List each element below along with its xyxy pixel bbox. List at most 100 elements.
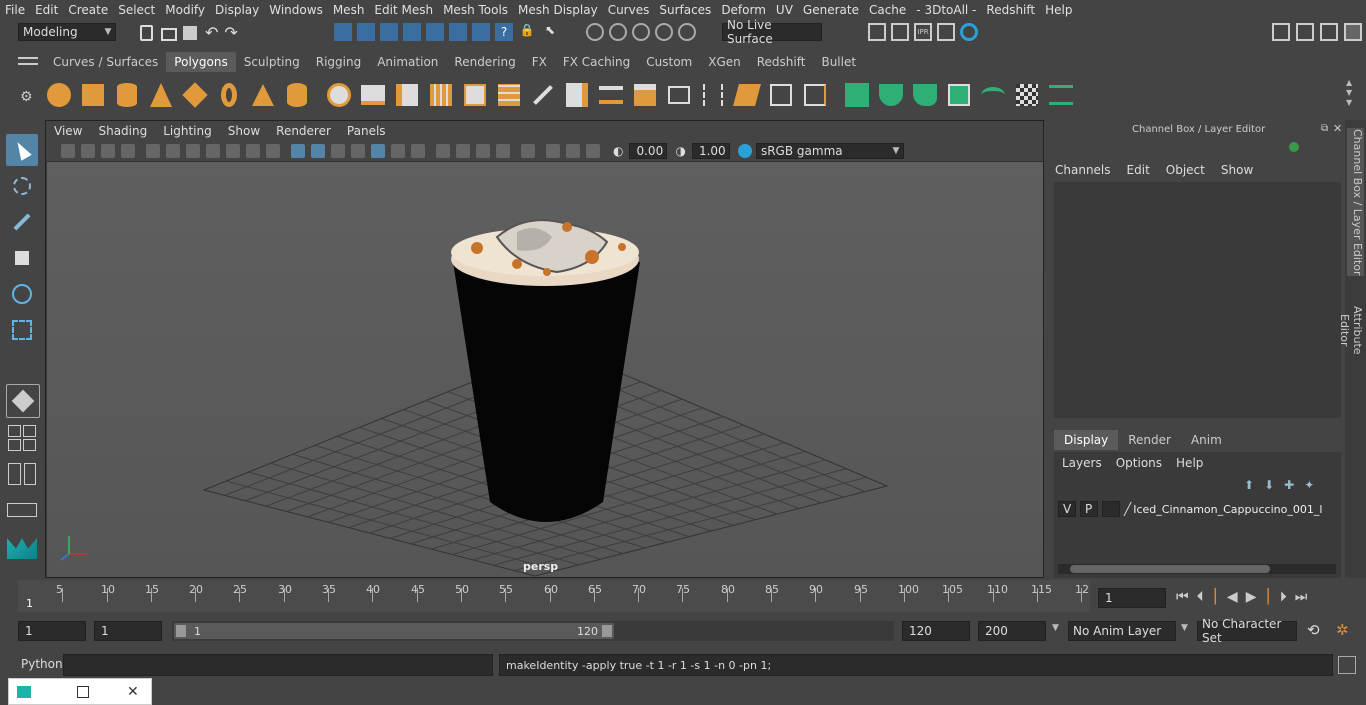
current-frame-field[interactable]: 1	[1098, 588, 1166, 608]
cup-object[interactable]	[451, 219, 640, 522]
attribute-editor-side-tab[interactable]: Attribute Editor	[1338, 288, 1364, 372]
help-icon[interactable]: ?	[495, 23, 513, 41]
playback-end-field[interactable]: 120	[902, 621, 970, 641]
char-set-chevron-icon[interactable]: ▼	[1181, 623, 1188, 633]
menu-redshift[interactable]: Redshift	[981, 3, 1040, 17]
channel-box-status-icon[interactable]	[1289, 142, 1299, 152]
cylindrical-uv-icon[interactable]	[877, 81, 905, 109]
insert-edge-loop-icon[interactable]	[665, 81, 693, 109]
use-all-lights-icon[interactable]	[391, 144, 405, 158]
shelf-scroll-arrows[interactable]: ▲ ▼ ▼	[1346, 78, 1352, 108]
menu-create[interactable]: Create	[63, 3, 113, 17]
layer-color-icon[interactable]: ╱	[1124, 502, 1131, 516]
uv-toolkit-icon[interactable]	[1047, 81, 1075, 109]
isolate-select-icon[interactable]	[521, 144, 535, 158]
new-scene-icon[interactable]	[140, 24, 153, 41]
offset-edge-loop-icon[interactable]	[699, 81, 727, 109]
lock-icon[interactable]: 🔒	[518, 23, 536, 41]
menu-help[interactable]: Help	[1040, 3, 1077, 17]
move-layer-down-icon[interactable]: ⬇	[1264, 478, 1274, 492]
shelf-tab-rendering[interactable]: Rendering	[446, 52, 523, 72]
magnet-surface-icon[interactable]	[655, 23, 673, 41]
snap-view-icon[interactable]	[472, 23, 490, 41]
float-panel-icon[interactable]: ⧉	[1321, 123, 1328, 134]
screen-space-ao-icon[interactable]	[436, 144, 450, 158]
channelbox-menu-edit[interactable]: Edit	[1127, 163, 1150, 177]
shelf-tab-curves-surfaces[interactable]: Curves / Surfaces	[45, 52, 166, 72]
layer-visibility-toggle[interactable]: V	[1058, 501, 1076, 517]
range-start-handle[interactable]	[176, 625, 186, 637]
shelf-tab-sculpting[interactable]: Sculpting	[236, 52, 308, 72]
snap-point-icon[interactable]	[449, 23, 467, 41]
layout-outliner-icon[interactable]	[6, 494, 38, 526]
shadows-icon[interactable]	[411, 144, 425, 158]
shelf-tab-animation[interactable]: Animation	[369, 52, 446, 72]
shelf-tab-fx-caching[interactable]: FX Caching	[555, 52, 638, 72]
open-scene-icon[interactable]	[161, 27, 177, 41]
target-weld-icon[interactable]	[767, 81, 795, 109]
go-to-end-icon[interactable]: ⏭	[1295, 589, 1308, 605]
scene-canvas[interactable]	[47, 162, 1043, 577]
undo-icon[interactable]: ↶	[205, 23, 218, 42]
rotate-tool-icon[interactable]	[6, 278, 38, 310]
shelf-tab-bullet[interactable]: Bullet	[813, 52, 864, 72]
tool-settings-icon[interactable]	[1320, 23, 1338, 41]
select-hierarchy-icon[interactable]	[334, 23, 352, 41]
menu-modify[interactable]: Modify	[160, 3, 210, 17]
select-object-icon[interactable]	[357, 23, 375, 41]
menu-cache[interactable]: Cache	[864, 3, 911, 17]
paint-select-tool-icon[interactable]	[6, 206, 38, 238]
motion-blur-icon[interactable]	[456, 144, 470, 158]
safe-title-icon[interactable]	[266, 144, 280, 158]
append-polygon-icon[interactable]	[733, 81, 761, 109]
resolution-gate-icon[interactable]	[186, 144, 200, 158]
step-back-icon[interactable]: ⏴	[1197, 589, 1204, 605]
snap-curve-icon[interactable]	[426, 23, 444, 41]
camera-select-icon[interactable]	[61, 144, 75, 158]
auto-key-icon[interactable]: ⟲	[1307, 621, 1320, 639]
image-plane-icon[interactable]	[121, 144, 135, 158]
layer-tab-render[interactable]: Render	[1118, 430, 1181, 450]
scale-tool-icon[interactable]	[6, 314, 38, 346]
time-ruler[interactable]: 1 5 10 15 20 25 30 35 40 45 50 55 60 65 70 75 80 85 90 95 1…	[18, 580, 1090, 612]
render-settings-icon[interactable]	[868, 23, 886, 41]
menu-3dtoall[interactable]: - 3DtoAll -	[911, 3, 981, 17]
live-surface-field[interactable]: No Live Surface	[722, 18, 822, 46]
film-gate-icon[interactable]	[166, 144, 180, 158]
layer-menu-options[interactable]: Options	[1116, 456, 1162, 470]
layer-display-type-toggle[interactable]	[1102, 501, 1120, 517]
smooth-shade-icon[interactable]	[311, 144, 325, 158]
mirror-icon[interactable]	[495, 81, 523, 109]
move-tool-icon[interactable]	[6, 242, 38, 274]
safe-action-icon[interactable]	[246, 144, 260, 158]
gate-mask-icon[interactable]	[206, 144, 220, 158]
restore-window-icon[interactable]	[77, 685, 89, 698]
perspective-viewport[interactable]: persp	[47, 162, 1043, 577]
shelf-settings-gear-icon[interactable]: ⚙	[20, 89, 33, 105]
poly-pipe-icon[interactable]	[283, 81, 311, 109]
uv-editor-icon[interactable]	[979, 81, 1007, 109]
menu-generate[interactable]: Generate	[798, 3, 864, 17]
magnet-point-icon[interactable]	[632, 23, 650, 41]
anim-layer-dropdown[interactable]: No Anim Layer	[1068, 621, 1176, 641]
menu-edit-mesh[interactable]: Edit Mesh	[369, 3, 438, 17]
save-scene-icon[interactable]	[183, 25, 197, 40]
range-track[interactable]: 1 120	[172, 621, 894, 641]
layer-row[interactable]: V P ╱ Iced_Cinnamon_Cappuccino_001_layer	[1058, 500, 1338, 518]
poly-torus-icon[interactable]	[215, 81, 243, 109]
layer-name[interactable]: Iced_Cinnamon_Cappuccino_001_layer	[1133, 503, 1323, 516]
layer-horizontal-scrollbar[interactable]	[1058, 564, 1336, 574]
separate-icon[interactable]	[359, 81, 387, 109]
step-back-key-icon[interactable]: ⎮	[1212, 589, 1219, 605]
create-layer-from-selected-icon[interactable]: ✦	[1304, 478, 1314, 492]
boolean-icon[interactable]	[461, 81, 489, 109]
maya-window-icon[interactable]	[17, 685, 31, 698]
magnet-curve-icon[interactable]	[609, 23, 627, 41]
menu-deform[interactable]: Deform	[716, 3, 771, 17]
hypershade-icon[interactable]	[960, 23, 978, 41]
extrude-icon[interactable]	[563, 81, 591, 109]
use-default-material-icon[interactable]	[331, 144, 345, 158]
poly-plane-icon[interactable]	[181, 81, 209, 109]
step-forward-key-icon[interactable]: ⎮	[1264, 589, 1271, 605]
anim-layer-chevron-icon[interactable]: ▼	[1052, 623, 1059, 633]
